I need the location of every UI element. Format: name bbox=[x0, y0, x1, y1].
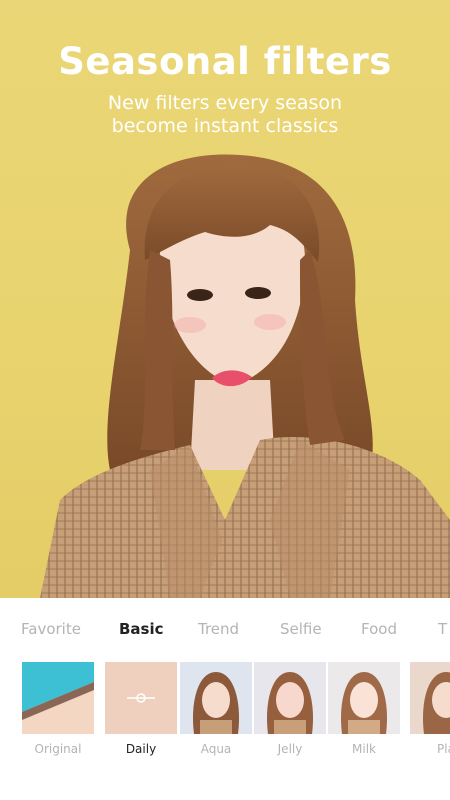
filter-thumbnail-original bbox=[22, 662, 94, 734]
subtitle-line-2: become instant classics bbox=[111, 115, 339, 137]
filter-category-tabs: Favorite Basic Trend Selfie Food T bbox=[0, 598, 450, 660]
hero-banner: Seasonal filters New filters every seaso… bbox=[0, 0, 450, 598]
tab-selfie[interactable]: Selfie bbox=[280, 620, 322, 638]
tab-favorite[interactable]: Favorite bbox=[21, 620, 81, 638]
filter-partial[interactable]: Pla bbox=[410, 662, 450, 762]
filter-original[interactable]: Original bbox=[22, 662, 94, 762]
filter-aqua[interactable]: Aqua bbox=[180, 662, 252, 762]
filter-label: Daily bbox=[125, 742, 157, 756]
tab-trend[interactable]: Trend bbox=[198, 620, 239, 638]
filter-thumbnail-milk bbox=[328, 662, 400, 734]
filter-thumbnail-partial bbox=[410, 662, 450, 734]
page-subtitle: New filters every season become instant … bbox=[0, 92, 450, 138]
filter-thumbnail-jelly bbox=[254, 662, 326, 734]
filter-thumbnail-daily bbox=[105, 662, 177, 734]
tab-food[interactable]: Food bbox=[361, 620, 397, 638]
tab-travel-partial[interactable]: T bbox=[438, 620, 447, 638]
page-title: Seasonal filters bbox=[58, 40, 392, 83]
subtitle-line-1: New filters every season bbox=[107, 92, 343, 114]
filter-strip: Original Daily Aqua Jelly Milk Pl bbox=[0, 660, 450, 800]
filter-label: Pla bbox=[437, 742, 450, 756]
tab-basic[interactable]: Basic bbox=[119, 620, 164, 638]
filter-label: Jelly bbox=[277, 742, 303, 756]
filter-label: Original bbox=[34, 742, 82, 756]
filter-daily[interactable]: Daily bbox=[105, 662, 177, 762]
filter-thumbnail-aqua bbox=[180, 662, 252, 734]
model-portrait bbox=[40, 154, 450, 598]
filter-milk[interactable]: Milk bbox=[328, 662, 400, 762]
filter-label: Aqua bbox=[200, 742, 232, 756]
app-screen: Seasonal filters New filters every seaso… bbox=[0, 0, 450, 800]
filter-jelly[interactable]: Jelly bbox=[254, 662, 326, 762]
filter-label: Milk bbox=[352, 742, 376, 756]
